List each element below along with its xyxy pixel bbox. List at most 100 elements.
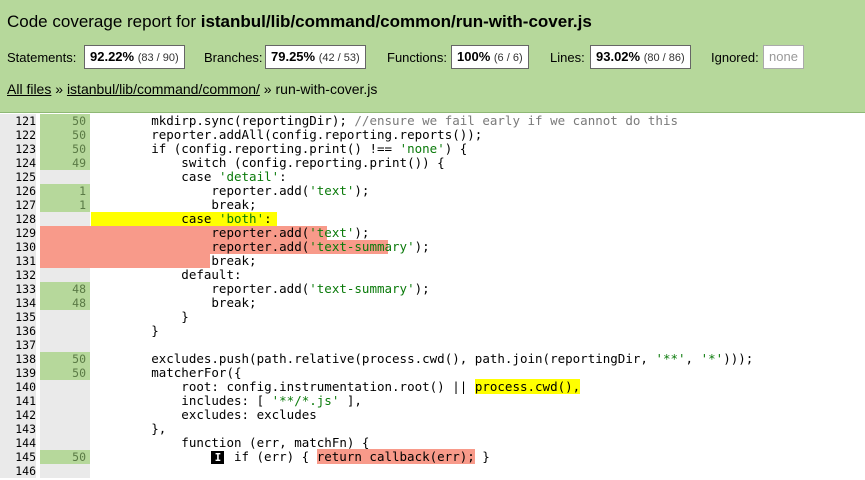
line-number: 144 — [0, 436, 36, 450]
source-code-view[interactable]: 121 50 122 50 123 50 124 49 125 126 1 127 1 128 129 130… — [0, 113, 865, 480]
uncovered-statement-highlight: return callback(err); — [316, 449, 475, 464]
branches-pct: 79.25% — [271, 49, 316, 64]
hit-count — [40, 338, 90, 352]
hit-count — [40, 212, 90, 226]
breadcrumb-current-file: run-with-cover.js — [275, 81, 378, 97]
code-line-139: matcherFor({ — [91, 365, 242, 380]
hit-count — [40, 436, 90, 450]
breadcrumb-all-files-link[interactable]: All files — [7, 81, 51, 97]
hit-count — [40, 464, 90, 478]
ignored-label: Ignored: — [711, 50, 759, 65]
code-line-136: } — [91, 323, 159, 338]
code-line-144: function (err, matchFn) { — [91, 435, 370, 450]
line-number: 128 — [0, 212, 36, 226]
line-number: 122 — [0, 128, 36, 142]
hit-count: 48 — [40, 282, 90, 296]
line-number: 145 — [0, 450, 36, 464]
code-line-121: mkdirp.sync(reportingDir); //ensure we f… — [91, 113, 679, 128]
line-number: 137 — [0, 338, 36, 352]
hit-count: 50 — [40, 114, 90, 128]
hit-count — [40, 324, 90, 338]
line-number: 142 — [0, 408, 36, 422]
line-number: 123 — [0, 142, 36, 156]
statements-box: 92.22% (83 / 90) — [84, 45, 185, 69]
line-number: 136 — [0, 324, 36, 338]
line-number: 134 — [0, 296, 36, 310]
functions-label: Functions: — [387, 50, 447, 65]
line-number: 130 — [0, 240, 36, 254]
code-line-131: break; — [91, 253, 257, 268]
line-number: 135 — [0, 310, 36, 324]
hit-count: 50 — [40, 450, 90, 464]
hit-count: 1 — [40, 184, 90, 198]
lines-box: 93.02% (80 / 86) — [590, 45, 691, 69]
hit-count: 50 — [40, 142, 90, 156]
hit-count — [40, 268, 90, 282]
hit-count: 49 — [40, 156, 90, 170]
hit-count — [40, 422, 90, 436]
functions-pct: 100% — [457, 49, 491, 64]
hit-count: 50 — [40, 128, 90, 142]
title-prefix: Code coverage report for — [7, 12, 201, 31]
code-line-143: }, — [91, 421, 167, 436]
line-number: 143 — [0, 422, 36, 436]
line-number: 131 — [0, 254, 36, 268]
hit-count — [40, 310, 90, 324]
branches-label: Branches: — [204, 50, 263, 65]
code-line-132: default: — [91, 267, 242, 282]
code-line-138: excludes.push(path.relative(process.cwd(… — [91, 351, 754, 366]
line-number: 132 — [0, 268, 36, 282]
report-header: Code coverage report for istanbul/lib/co… — [0, 0, 865, 113]
statements-frac: (83 / 90) — [137, 52, 179, 64]
branches-box: 79.25% (42 / 53) — [265, 45, 366, 69]
code-line-142: excludes: excludes — [91, 407, 317, 422]
page-title: Code coverage report for istanbul/lib/co… — [7, 12, 592, 32]
code-line-145: I if (err) { return callback(err); } — [91, 449, 865, 464]
code-line-140: root: config.instrumentation.root() || p… — [91, 379, 581, 394]
code-line-122: reporter.addAll(config.reporting.reports… — [91, 127, 483, 142]
code-line-123: if (config.reporting.print() !== 'none')… — [91, 141, 468, 156]
breadcrumb-separator: » — [259, 81, 276, 97]
lines-frac: (80 / 86) — [643, 52, 685, 64]
hit-count — [40, 408, 90, 422]
hit-count: 50 — [40, 352, 90, 366]
hit-count — [40, 170, 90, 184]
code-line-130: reporter.add('text-summary'); — [91, 239, 430, 254]
hit-count: 1 — [40, 198, 90, 212]
branches-frac: (42 / 53) — [318, 52, 360, 64]
lines-label: Lines: — [550, 50, 585, 65]
hit-count: 50 — [40, 366, 90, 380]
line-number: 138 — [0, 352, 36, 366]
code-line-129: reporter.add('text'); — [91, 225, 370, 240]
functions-frac: (6 / 6) — [493, 52, 523, 64]
title-file-path: istanbul/lib/command/common/run-with-cov… — [200, 12, 592, 31]
code-line-141: includes: [ '**/*.js' ], — [91, 393, 362, 408]
functions-box: 100% (6 / 6) — [451, 45, 529, 69]
line-number: 127 — [0, 198, 36, 212]
statements-pct: 92.22% — [90, 49, 135, 64]
code-line-126: reporter.add('text'); — [91, 183, 370, 198]
uncovered-branch-highlight: process.cwd(), — [474, 379, 581, 394]
line-number: 139 — [0, 366, 36, 380]
code-line-133: reporter.add('text-summary'); — [91, 281, 430, 296]
code-line-134: break; — [91, 295, 257, 310]
lines-pct: 93.02% — [596, 49, 641, 64]
line-number: 146 — [0, 464, 36, 478]
hit-count: 48 — [40, 296, 90, 310]
ignored-value: none — [763, 45, 804, 69]
breadcrumb: All files » istanbul/lib/command/common/… — [7, 81, 377, 97]
statements-label: Statements: — [7, 50, 77, 65]
code-line-135: } — [91, 309, 189, 324]
line-number: 133 — [0, 282, 36, 296]
code-line-127: break; — [91, 197, 257, 212]
code-line-125: case 'detail': — [91, 169, 287, 184]
breadcrumb-separator: » — [51, 81, 67, 97]
line-number: 124 — [0, 156, 36, 170]
hit-count — [40, 380, 90, 394]
breadcrumb-directory-link[interactable]: istanbul/lib/command/common/ — [67, 81, 260, 97]
code-line-128: case 'both': — [91, 211, 272, 226]
line-number: 141 — [0, 394, 36, 408]
line-number: 140 — [0, 380, 36, 394]
